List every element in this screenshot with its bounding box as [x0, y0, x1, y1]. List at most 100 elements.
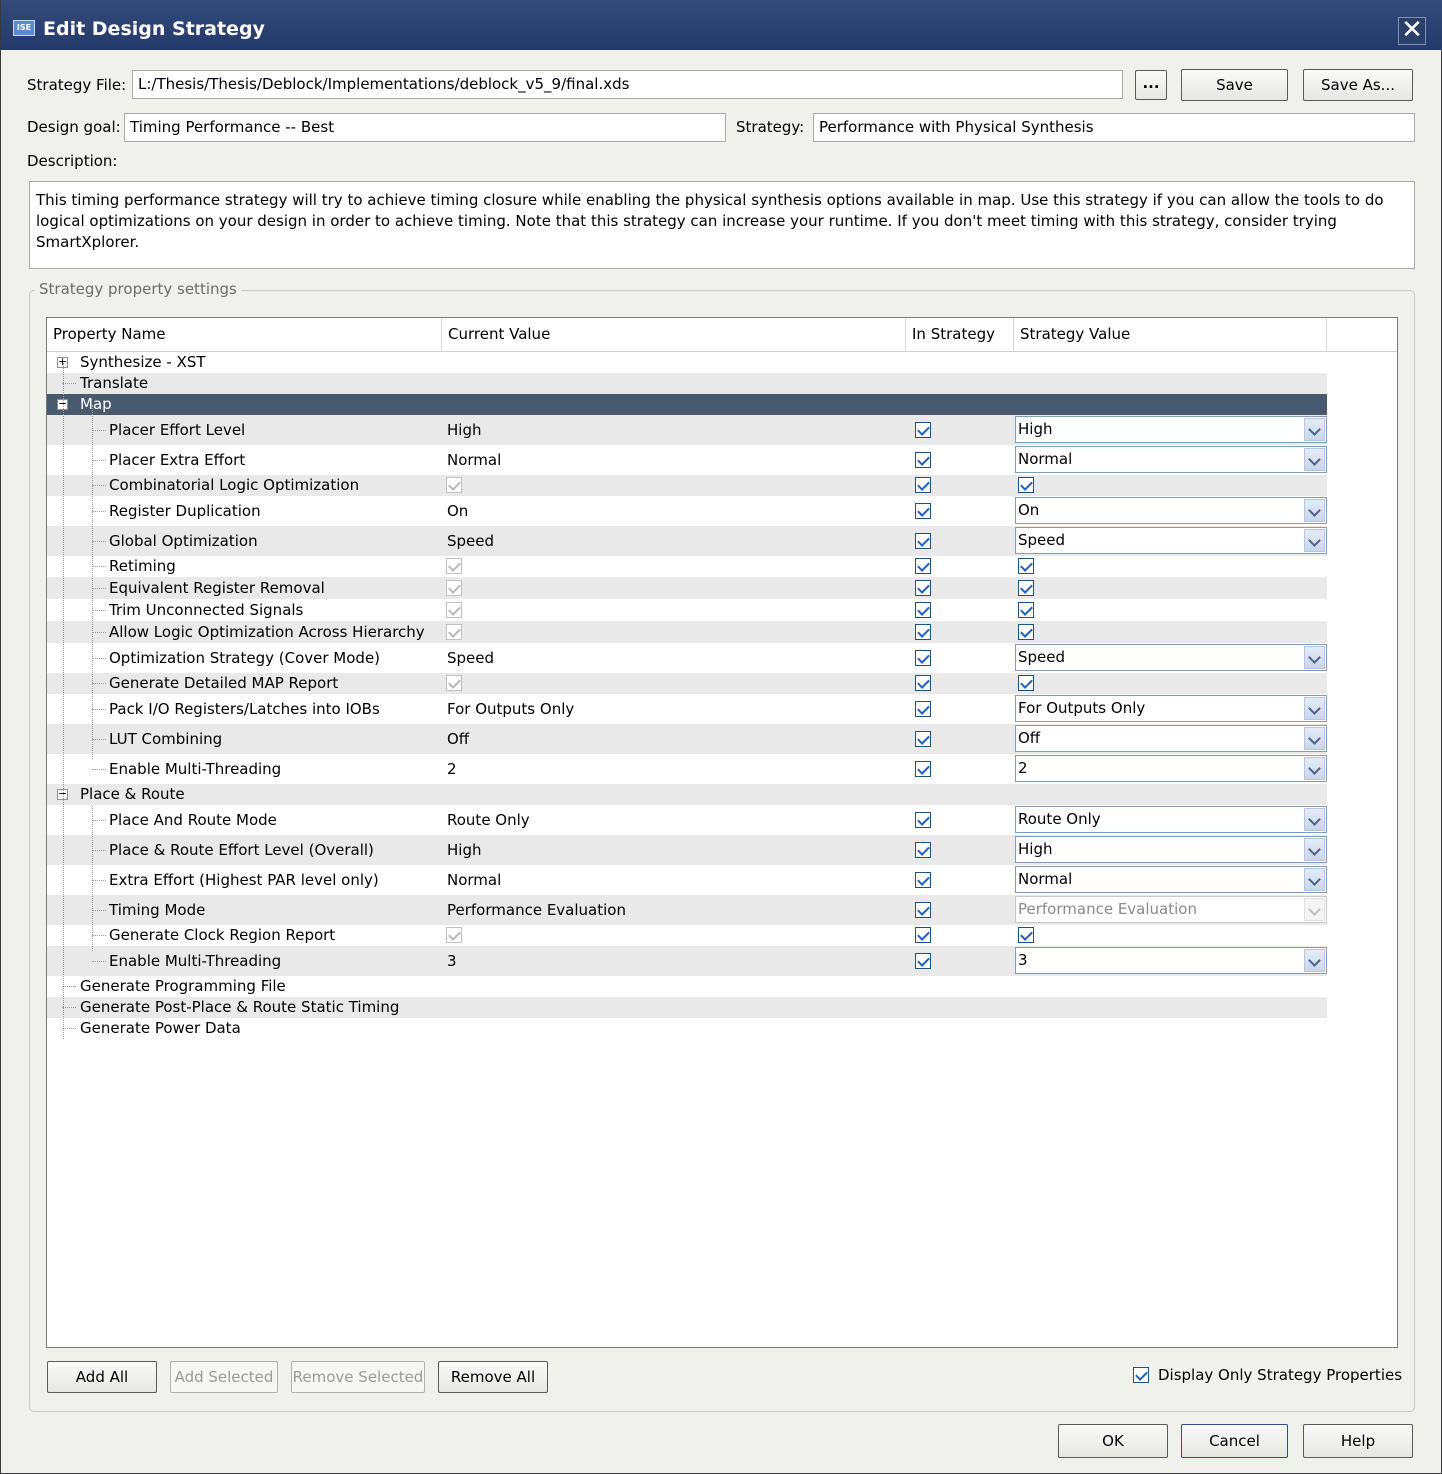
in-strategy-checkbox[interactable]	[915, 675, 931, 691]
strategy-value-dropdown[interactable]: Route Only	[1015, 806, 1327, 833]
in-strategy-checkbox[interactable]	[915, 872, 931, 888]
chevron-down-icon[interactable]	[1304, 949, 1325, 972]
display-only-checkbox[interactable]	[1133, 1367, 1149, 1383]
table-row[interactable]: Place & Route Effort Level (Overall) High…	[47, 835, 1327, 865]
in-strategy-checkbox[interactable]	[915, 953, 931, 969]
table-row[interactable]: Equivalent Register Removal	[47, 577, 1327, 599]
design-goal-field[interactable]: Timing Performance -- Best	[124, 113, 726, 142]
table-row[interactable]: + Synthesize - XST	[47, 352, 1327, 373]
in-strategy-checkbox[interactable]	[915, 533, 931, 549]
table-row[interactable]: Generate Clock Region Report	[47, 925, 1327, 946]
in-strategy-checkbox[interactable]	[915, 558, 931, 574]
ok-button[interactable]: OK	[1058, 1424, 1168, 1458]
save-button[interactable]: Save	[1181, 69, 1288, 101]
strategy-value-dropdown[interactable]: Off	[1015, 725, 1327, 752]
in-strategy-checkbox[interactable]	[915, 731, 931, 747]
strategy-value-checkbox[interactable]	[1018, 675, 1034, 691]
description-text[interactable]: This timing performance strategy will tr…	[29, 181, 1415, 269]
table-row[interactable]: − Place & Route	[47, 784, 1327, 805]
strategy-value-checkbox[interactable]	[1018, 477, 1034, 493]
in-strategy-checkbox[interactable]	[915, 812, 931, 828]
strategy-value-checkbox[interactable]	[1018, 558, 1034, 574]
table-row[interactable]: Placer Extra Effort Normal Normal	[47, 445, 1327, 475]
chevron-down-icon[interactable]	[1304, 529, 1325, 552]
strategy-value-checkbox[interactable]	[1018, 580, 1034, 596]
table-row[interactable]: Allow Logic Optimization Across Hierarch…	[47, 621, 1327, 643]
in-strategy-checkbox[interactable]	[915, 580, 931, 596]
in-strategy-checkbox[interactable]	[915, 477, 931, 493]
table-row[interactable]: Timing Mode Performance Evaluation Perform…	[47, 895, 1327, 925]
table-row[interactable]: Optimization Strategy (Cover Mode) Speed S…	[47, 643, 1327, 673]
column-header-strategy-value[interactable]: Strategy Value	[1014, 318, 1327, 351]
add-all-button[interactable]: Add All	[47, 1361, 157, 1393]
in-strategy-checkbox[interactable]	[915, 927, 931, 943]
table-row[interactable]: Place And Route Mode Route Only Route Only	[47, 805, 1327, 835]
browse-button[interactable]: ...	[1135, 70, 1167, 100]
table-row[interactable]: Generate Post-Place & Route Static Timin…	[47, 997, 1327, 1018]
table-row[interactable]: Generate Programming File	[47, 976, 1327, 997]
strategy-value-dropdown[interactable]: High	[1015, 836, 1327, 863]
chevron-down-icon[interactable]	[1304, 646, 1325, 669]
table-row[interactable]: Extra Effort (Highest PAR level only) Nor…	[47, 865, 1327, 895]
strategy-value-dropdown[interactable]: Normal	[1015, 866, 1327, 893]
table-row[interactable]: Enable Multi-Threading 2 2	[47, 754, 1327, 784]
chevron-down-icon[interactable]	[1304, 838, 1325, 861]
table-row[interactable]: Combinatorial Logic Optimization	[47, 475, 1327, 496]
property-table[interactable]: Property Name Current Value In Strategy …	[46, 317, 1398, 1348]
table-row[interactable]: Generate Power Data	[47, 1018, 1327, 1039]
add-selected-button[interactable]: Add Selected	[170, 1361, 278, 1393]
in-strategy-checkbox[interactable]	[915, 422, 931, 438]
table-row[interactable]: − Map	[47, 394, 1327, 415]
column-header-property-name[interactable]: Property Name	[47, 318, 442, 351]
chevron-down-icon[interactable]	[1304, 499, 1325, 522]
strategy-field[interactable]: Performance with Physical Synthesis	[813, 113, 1415, 142]
table-row[interactable]: Pack I/O Registers/Latches into IOBs For …	[47, 694, 1327, 724]
strategy-value-checkbox[interactable]	[1018, 927, 1034, 943]
strategy-value-dropdown[interactable]: 2	[1015, 755, 1327, 782]
in-strategy-checkbox[interactable]	[915, 624, 931, 640]
strategy-value-dropdown[interactable]: Normal	[1015, 446, 1327, 473]
table-row[interactable]: Translate	[47, 373, 1327, 394]
cancel-button[interactable]: Cancel	[1181, 1424, 1288, 1458]
column-header-current-value[interactable]: Current Value	[442, 318, 906, 351]
chevron-down-icon[interactable]	[1304, 898, 1325, 921]
chevron-down-icon[interactable]	[1304, 757, 1325, 780]
strategy-value-dropdown[interactable]: On	[1015, 497, 1327, 524]
chevron-down-icon[interactable]	[1304, 448, 1325, 471]
strategy-value-checkbox[interactable]	[1018, 624, 1034, 640]
chevron-down-icon[interactable]	[1304, 418, 1325, 441]
strategy-file-input[interactable]: L:/Thesis/Thesis/Deblock/Implementations…	[132, 70, 1123, 99]
table-row[interactable]: Retiming	[47, 556, 1327, 577]
table-row[interactable]: LUT Combining Off Off	[47, 724, 1327, 754]
column-header-in-strategy[interactable]: In Strategy	[906, 318, 1014, 351]
close-button[interactable]: ✕	[1398, 17, 1426, 45]
chevron-down-icon[interactable]	[1304, 697, 1325, 720]
table-row[interactable]: Register Duplication On On	[47, 496, 1327, 526]
save-as-button[interactable]: Save As...	[1303, 69, 1413, 101]
strategy-value-dropdown[interactable]: High	[1015, 416, 1327, 443]
strategy-value-dropdown[interactable]: Speed	[1015, 527, 1327, 554]
in-strategy-checkbox[interactable]	[915, 650, 931, 666]
remove-all-button[interactable]: Remove All	[438, 1361, 548, 1393]
table-row[interactable]: Global Optimization Speed Speed	[47, 526, 1327, 556]
chevron-down-icon[interactable]	[1304, 727, 1325, 750]
in-strategy-checkbox[interactable]	[915, 761, 931, 777]
in-strategy-checkbox[interactable]	[915, 902, 931, 918]
in-strategy-checkbox[interactable]	[915, 842, 931, 858]
table-row[interactable]: Generate Detailed MAP Report	[47, 673, 1327, 694]
remove-selected-button[interactable]: Remove Selected	[291, 1361, 425, 1393]
in-strategy-checkbox[interactable]	[915, 701, 931, 717]
table-row[interactable]: Enable Multi-Threading 3 3	[47, 946, 1327, 976]
chevron-down-icon[interactable]	[1304, 808, 1325, 831]
help-button[interactable]: Help	[1303, 1424, 1413, 1458]
in-strategy-checkbox[interactable]	[915, 602, 931, 618]
chevron-down-icon[interactable]	[1304, 868, 1325, 891]
strategy-value-checkbox[interactable]	[1018, 602, 1034, 618]
strategy-value-dropdown[interactable]: Performance Evaluation	[1015, 896, 1327, 923]
in-strategy-checkbox[interactable]	[915, 452, 931, 468]
in-strategy-checkbox[interactable]	[915, 503, 931, 519]
strategy-value-dropdown[interactable]: For Outputs Only	[1015, 695, 1327, 722]
table-row[interactable]: Trim Unconnected Signals	[47, 599, 1327, 621]
table-row[interactable]: Placer Effort Level High High	[47, 415, 1327, 445]
strategy-value-dropdown[interactable]: Speed	[1015, 644, 1327, 671]
